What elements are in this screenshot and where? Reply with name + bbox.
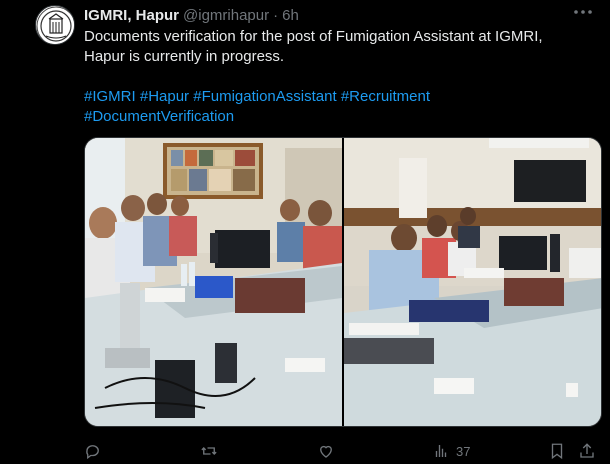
bookmark-button[interactable] xyxy=(548,440,566,462)
meeting-room-photo[interactable] xyxy=(85,138,342,426)
tweet[interactable]: IGMRI, Hapur @igmrihapur · 6h Documents … xyxy=(0,0,610,464)
retweet-button[interactable] xyxy=(200,440,218,462)
action-bar: 37 xyxy=(84,438,604,464)
reply-button[interactable] xyxy=(84,440,102,462)
timestamp[interactable]: 6h xyxy=(282,7,299,24)
tweet-header: IGMRI, Hapur @igmrihapur · 6h xyxy=(84,5,299,25)
reply-icon xyxy=(86,445,99,460)
share-button[interactable] xyxy=(578,440,596,462)
display-name[interactable]: IGMRI, Hapur xyxy=(84,7,179,24)
hashtag-list: #IGMRI #Hapur #FumigationAssistant #Recr… xyxy=(84,87,584,127)
igmri-logo-icon xyxy=(36,6,74,44)
views-count: 37 xyxy=(456,443,471,459)
media-grid xyxy=(84,137,602,427)
retweet-icon xyxy=(201,447,217,455)
like-button[interactable] xyxy=(317,440,335,462)
hashtag-hapur[interactable]: #Hapur xyxy=(140,88,189,105)
user-handle[interactable]: @igmrihapur xyxy=(183,7,269,24)
views-button[interactable]: 37 xyxy=(432,440,470,462)
hashtag-igmri[interactable]: #IGMRI xyxy=(84,88,136,105)
heart-icon xyxy=(320,445,332,458)
hashtag-fumigation-assistant[interactable]: #FumigationAssistant xyxy=(193,88,336,105)
bookmark-icon xyxy=(551,443,563,460)
hashtag-document-verification[interactable]: #DocumentVerification xyxy=(84,108,234,125)
share-icon xyxy=(580,443,594,458)
document-verification-photo[interactable] xyxy=(344,138,601,426)
avatar[interactable] xyxy=(35,5,75,45)
more-dots-icon[interactable] xyxy=(570,2,596,22)
tweet-text: Documents verification for the post of F… xyxy=(84,28,543,65)
separator-dot: · xyxy=(273,6,279,24)
views-chart-icon xyxy=(435,445,447,457)
hashtag-recruitment[interactable]: #Recruitment xyxy=(341,88,430,105)
